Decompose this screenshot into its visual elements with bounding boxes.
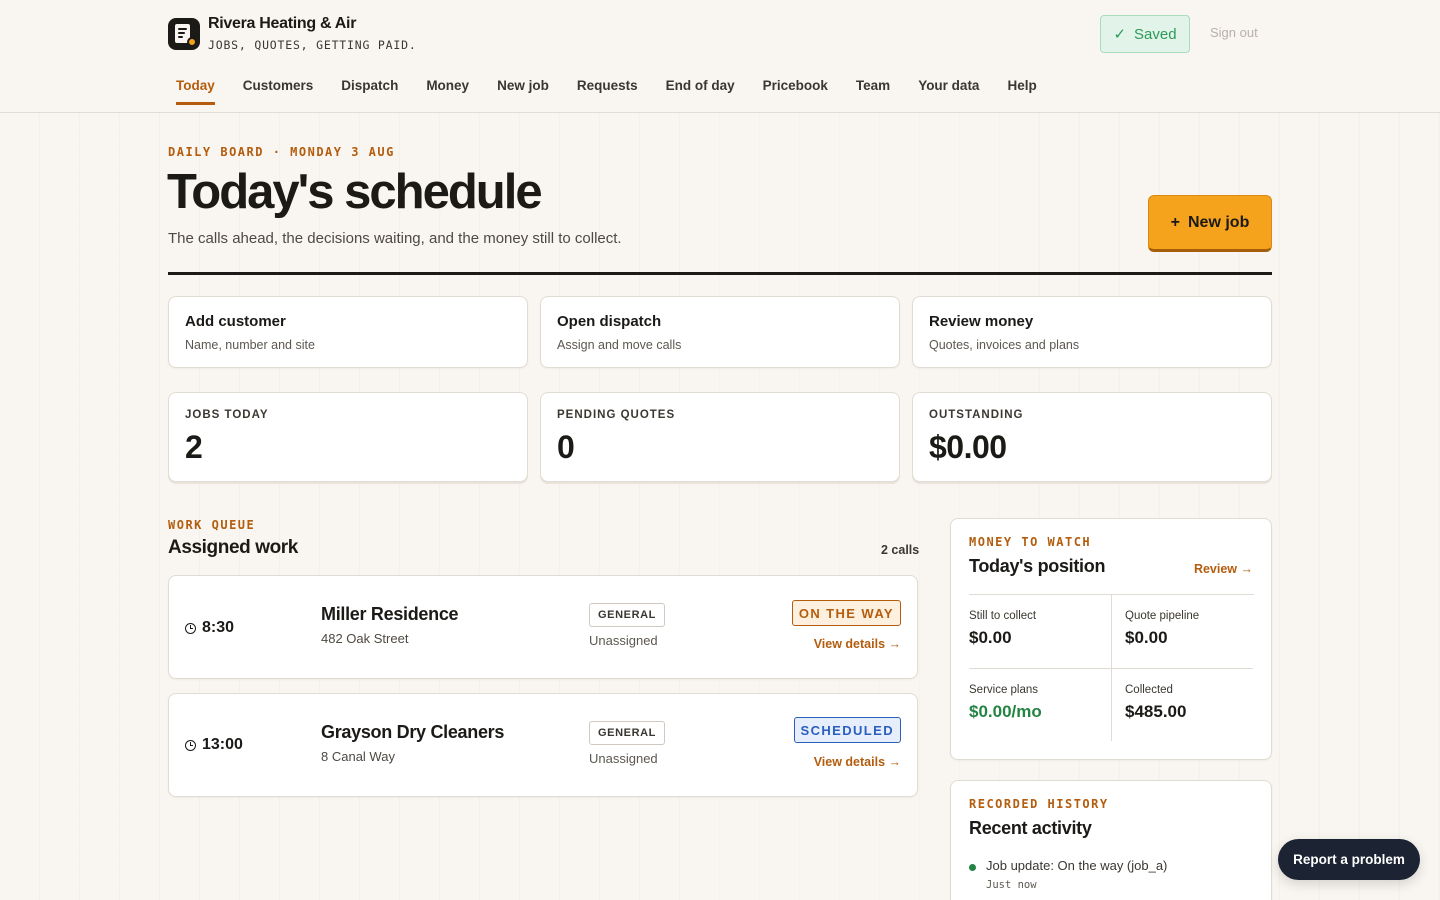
clock-icon xyxy=(185,622,196,634)
money-kicker: MONEY TO WATCH xyxy=(969,535,1092,549)
job-name: Grayson Dry Cleaners xyxy=(321,722,505,742)
activity-text: Job update: On the way (job_a) xyxy=(986,858,1168,873)
stat-value: $0.00 xyxy=(929,429,1007,465)
status-badge: SCHEDULED xyxy=(793,717,901,743)
service-plans: Service plans $0.00/mo xyxy=(969,668,1111,741)
job-time-value: 8:30 xyxy=(202,619,235,636)
job-card[interactable]: 8:30 Miller Residence 482 Oak Street GEN… xyxy=(168,575,918,679)
activity-time: Just now xyxy=(986,879,1037,891)
collected: Collected $485.00 xyxy=(1111,668,1253,741)
outstanding-stat: OUTSTANDING $0.00 xyxy=(912,392,1272,482)
clock-icon xyxy=(185,739,196,751)
stat-label: JOBS TODAY xyxy=(185,409,269,421)
review-link[interactable]: Review → xyxy=(1194,562,1253,576)
job-time-value: 13:00 xyxy=(202,736,243,753)
saved-status: ✓ Saved xyxy=(1100,15,1190,53)
job-type-tag: GENERAL xyxy=(589,603,665,627)
cell-label: Service plans xyxy=(969,684,1039,696)
cell-value: $0.00 xyxy=(1125,628,1168,647)
activity-item: Job update: On the way (job_a) Just now xyxy=(969,858,1167,891)
nav-new-job[interactable]: New job xyxy=(483,72,563,105)
stat-value: 0 xyxy=(557,429,575,465)
plus-icon: + xyxy=(1170,213,1180,231)
cell-label: Collected xyxy=(1125,684,1173,696)
cell-label: Quote pipeline xyxy=(1125,610,1200,622)
main-nav: Today Customers Dispatch Money New job R… xyxy=(162,72,1051,105)
brand-tagline: JOBS, QUOTES, GETTING PAID. xyxy=(208,38,417,52)
nav-pricebook[interactable]: Pricebook xyxy=(749,72,842,105)
nav-your-data[interactable]: Your data xyxy=(904,72,993,105)
jobs-today-stat: JOBS TODAY 2 xyxy=(168,392,528,482)
view-details-link[interactable]: View details → xyxy=(814,637,901,651)
nav-customers[interactable]: Customers xyxy=(229,72,328,105)
nav-end-of-day[interactable]: End of day xyxy=(652,72,749,105)
status-badge: ON THE WAY xyxy=(791,600,901,626)
still-to-collect: Still to collect $0.00 xyxy=(969,595,1111,668)
money-to-watch-panel: MONEY TO WATCH Today's position Review →… xyxy=(950,518,1272,760)
brand[interactable]: Rivera Heating & Air JOBS, QUOTES, GETTI… xyxy=(168,16,417,52)
history-title: Recent activity xyxy=(969,818,1092,838)
nav-requests[interactable]: Requests xyxy=(563,72,652,105)
action-title: Review money xyxy=(929,313,1034,330)
top-bar: Rivera Heating & Air JOBS, QUOTES, GETTI… xyxy=(0,0,1440,113)
action-title: Open dispatch xyxy=(557,313,662,330)
nav-today[interactable]: Today xyxy=(162,72,229,105)
page-subtitle: The calls ahead, the decisions waiting, … xyxy=(168,230,622,247)
cell-value: $485.00 xyxy=(1125,702,1187,721)
report-problem-button[interactable]: Report a problem xyxy=(1278,839,1420,880)
cell-value: $0.00 xyxy=(969,628,1012,647)
add-customer-card[interactable]: Add customer Name, number and site xyxy=(168,296,528,368)
work-queue-kicker: WORK QUEUE xyxy=(168,518,256,532)
nav-help[interactable]: Help xyxy=(993,72,1050,105)
job-address: 8 Canal Way xyxy=(321,749,395,764)
brand-logo-icon xyxy=(168,18,200,50)
cell-value: $0.00/mo xyxy=(969,702,1042,721)
page-title: Today's schedule xyxy=(167,165,543,219)
nav-money[interactable]: Money xyxy=(412,72,483,105)
job-time: 8:30 xyxy=(185,619,234,637)
history-kicker: RECORDED HISTORY xyxy=(969,797,1109,811)
job-address: 482 Oak Street xyxy=(321,631,409,646)
review-money-card[interactable]: Review money Quotes, invoices and plans xyxy=(912,296,1272,368)
quote-pipeline: Quote pipeline $0.00 xyxy=(1111,595,1253,668)
recent-activity-panel: RECORDED HISTORY Recent activity Job upd… xyxy=(950,780,1272,900)
new-job-button[interactable]: + New job xyxy=(1148,195,1272,252)
check-icon: ✓ xyxy=(1113,26,1127,43)
action-subtitle: Name, number and site xyxy=(185,338,315,352)
saved-label: Saved xyxy=(1134,25,1177,43)
work-queue-title: Assigned work xyxy=(168,537,298,558)
status-dot-icon xyxy=(969,864,976,871)
action-subtitle: Quotes, invoices and plans xyxy=(929,338,1080,352)
brand-name: Rivera Heating & Air xyxy=(208,15,357,32)
page-kicker: DAILY BOARD · MONDAY 3 AUG xyxy=(168,145,395,159)
job-name: Miller Residence xyxy=(321,604,459,624)
pending-quotes-stat: PENDING QUOTES 0 xyxy=(540,392,900,482)
open-dispatch-card[interactable]: Open dispatch Assign and move calls xyxy=(540,296,900,368)
money-title: Today's position xyxy=(969,556,1106,576)
action-subtitle: Assign and move calls xyxy=(557,338,682,352)
header-divider xyxy=(168,272,1272,275)
stat-label: PENDING QUOTES xyxy=(557,409,676,421)
job-time: 13:00 xyxy=(185,736,243,754)
job-card[interactable]: 13:00 Grayson Dry Cleaners 8 Canal Way G… xyxy=(168,693,918,797)
view-details-link[interactable]: View details → xyxy=(814,755,901,769)
stat-value: 2 xyxy=(185,429,203,465)
job-assignee: Unassigned xyxy=(589,633,658,648)
job-type-tag: GENERAL xyxy=(589,721,665,745)
money-grid: Still to collect $0.00 Quote pipeline $0… xyxy=(969,594,1254,741)
stat-label: OUTSTANDING xyxy=(929,409,1024,421)
nav-dispatch[interactable]: Dispatch xyxy=(327,72,412,105)
nav-team[interactable]: Team xyxy=(842,72,904,105)
job-assignee: Unassigned xyxy=(589,751,658,766)
work-queue-count: 2 calls xyxy=(881,543,920,557)
new-job-label: New job xyxy=(1188,213,1250,231)
sign-out-link[interactable]: Sign out xyxy=(1210,25,1258,40)
action-title: Add customer xyxy=(185,313,286,330)
cell-label: Still to collect xyxy=(969,610,1037,622)
